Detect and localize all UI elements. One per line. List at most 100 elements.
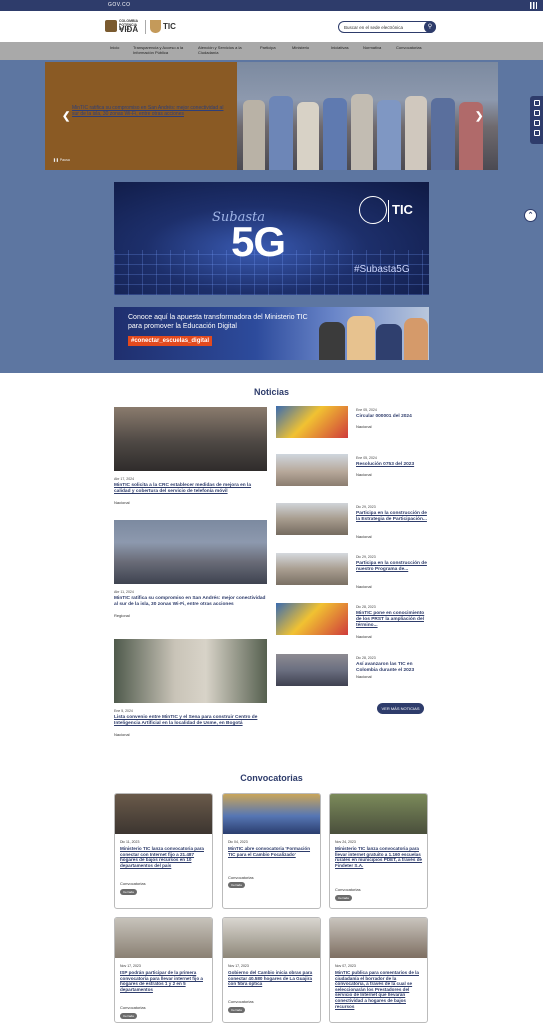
nav-item-convocatorias[interactable]: Convocatorias [396, 45, 422, 51]
search-input[interactable]: Buscar en el sede electrónica ⚲ [338, 21, 436, 33]
site-header: COLOMBIA POTENCIA DE LA VIDA TIC Buscar … [0, 11, 543, 42]
convocatoria-category: Convocatorias [228, 875, 254, 880]
see-all-news-button[interactable]: VER MÁS NOTICIAS [377, 703, 424, 714]
news-date: Dic 28, 2023 [356, 605, 376, 609]
news-image[interactable] [114, 407, 267, 471]
apps-grid-icon[interactable] [530, 2, 537, 9]
status-badge: Cerrada [120, 1013, 137, 1019]
nav-item-iniciativas[interactable]: Iniciativas [331, 45, 349, 51]
convocatoria-date: Dic 11, 2023 [120, 840, 140, 844]
status-badge: Cerrada [120, 889, 137, 895]
news-title-link[interactable]: Lista convenio entre MinTIC y el Sena pa… [114, 715, 267, 727]
convocatoria-title-link[interactable]: Ministerio TIC lanza convocatoria para c… [120, 846, 210, 868]
news-title-link[interactable]: Así avanzaron las TIC en Colombia durant… [356, 662, 428, 674]
convocatoria-title-link[interactable]: MinTIC abre convocatoria 'Formación TIC … [228, 846, 318, 857]
carousel-next-icon[interactable]: ❯ [475, 111, 483, 122]
news-date: Ene 05, 2024 [356, 408, 377, 412]
nav-item-normativa[interactable]: Normativa [363, 45, 381, 51]
gov-co-label[interactable]: GOV.CO [108, 2, 131, 8]
carousel-dots[interactable] [450, 160, 465, 170]
mintic-logo[interactable]: TIC [150, 20, 176, 34]
news-item[interactable]: Abr 17, 2024 MinTIC solicita a la CRC es… [114, 407, 267, 505]
convocatoria-card[interactable]: Nov 07, 2023 MinTIC publica para comenta… [329, 917, 428, 1023]
news-title-link[interactable]: Participa en la construcción de la Estra… [356, 511, 428, 523]
convocatoria-image[interactable] [330, 918, 427, 958]
news-category: Regional [114, 613, 130, 618]
search-icon[interactable]: ⚲ [424, 21, 436, 33]
news-image[interactable] [276, 454, 348, 486]
nav-item-participa[interactable]: Participa [260, 45, 276, 51]
news-item[interactable]: Dic 29, 2023 Participa en la construcció… [276, 553, 428, 593]
educacion-digital-banner[interactable]: Conoce aquí la apuesta transformadora de… [114, 307, 429, 360]
news-title-link[interactable]: Circular 000001 del 2024 [356, 414, 428, 420]
convocatoria-card[interactable]: Nov 17, 2023 Gobierno del Cambio inicia … [222, 917, 321, 1023]
news-image[interactable] [114, 639, 267, 703]
nav-item-ministerio[interactable]: Ministerio [292, 45, 309, 51]
news-item[interactable]: Abr 11, 2024 MinTIC ratifica su compromi… [114, 520, 267, 618]
convocatoria-title-link[interactable]: Gobierno del Cambio inicia obras para co… [228, 970, 318, 987]
convocatoria-title-link[interactable]: MinTIC publica para comentarios de la ci… [335, 970, 425, 1009]
nav-item-transparencia[interactable]: Transparencia y Acceso a la Información … [133, 45, 185, 55]
convocatoria-image[interactable] [223, 918, 320, 958]
convocatoria-category: Convocatorias [335, 887, 361, 892]
scroll-top-icon[interactable]: ⌃ [524, 209, 537, 222]
status-badge: Cerrada [335, 895, 352, 901]
news-item[interactable]: Dic 28, 2023 MinTIC pone en conocimiento… [276, 603, 426, 643]
news-item[interactable]: Ene 5, 2024 Lista convenio entre MinTIC … [114, 639, 267, 737]
convocatorias-title: Convocatorias [240, 773, 303, 783]
carousel-prev-icon[interactable]: ❮ [62, 111, 70, 122]
news-item[interactable]: Ene 05, 2024 Resolución 0753 del 2023 Na… [276, 454, 426, 494]
status-badge: Cerrada [228, 1007, 245, 1013]
news-image[interactable] [276, 406, 348, 438]
news-title-link[interactable]: MinTIC ratifica su compromiso en San And… [114, 596, 267, 608]
news-image[interactable] [114, 520, 267, 584]
carousel-caption-link[interactable]: MinTIC ratifica su compromiso en San And… [72, 105, 227, 117]
news-category: Nacional [356, 674, 372, 679]
news-item[interactable]: Dic 28, 2023 Así avanzaron las TIC en Co… [276, 654, 426, 694]
news-image[interactable] [276, 503, 348, 535]
news-title-link[interactable]: MinTIC solicita a la CRC establecer medi… [114, 483, 267, 495]
convocatoria-card[interactable]: Nov 17, 2023 ISP podrán participar de la… [114, 917, 213, 1023]
colombia-seal-icon [105, 20, 117, 32]
mintic-shield-icon [150, 20, 161, 33]
convocatoria-card[interactable]: Dic 04, 2023 MinTIC abre convocatoria 'F… [222, 793, 321, 909]
news-category: Nacional [356, 424, 372, 429]
nav-item-atencion[interactable]: Atención y Servicios a la Ciudadanía [198, 45, 242, 55]
colombia-emblem-icon [359, 196, 387, 224]
news-title-link[interactable]: Resolución 0753 del 2023 [356, 462, 428, 468]
news-image[interactable] [276, 553, 348, 585]
news-category: Nacional [114, 732, 130, 737]
convocatoria-image[interactable] [115, 794, 212, 834]
convocatoria-date: Nov 07, 2023 [335, 964, 356, 968]
subasta-5g-banner[interactable]: Subasta 5G TIC #Subasta5G [114, 182, 429, 295]
news-image[interactable] [276, 654, 348, 686]
news-title-link[interactable]: MinTIC pone en conocimiento de los PRST … [356, 611, 428, 628]
news-image[interactable] [276, 603, 348, 635]
news-item[interactable]: Dic 29, 2023 Participa en la construcció… [276, 503, 428, 543]
convocatoria-image[interactable] [115, 918, 212, 958]
font-decrease-icon[interactable] [534, 110, 540, 116]
relief-icon[interactable] [534, 130, 540, 136]
contrast-icon[interactable] [534, 100, 540, 106]
pause-icon[interactable]: ❚❚ Pausa [53, 158, 70, 162]
news-date: Ene 5, 2024 [114, 709, 133, 713]
news-title-link[interactable]: Participa en la construcción de nuestro … [356, 561, 428, 573]
convocatoria-card[interactable]: Nov 24, 2023 Ministerio TIC lanza convoc… [329, 793, 428, 909]
pause-label: Pausa [59, 158, 70, 162]
convocatoria-title-link[interactable]: ISP podrán participar de la primera conv… [120, 970, 210, 992]
news-date: Dic 29, 2023 [356, 505, 376, 509]
news-item[interactable]: Ene 05, 2024 Circular 000001 del 2024 Na… [276, 406, 426, 446]
banner-tic-text: TIC [392, 202, 413, 217]
convocatoria-image[interactable] [223, 794, 320, 834]
convocatoria-image[interactable] [330, 794, 427, 834]
convocatoria-title-link[interactable]: Ministerio TIC lanza convocatoria para l… [335, 846, 425, 868]
logo-divider [145, 20, 146, 34]
convocatoria-card[interactable]: Dic 11, 2023 Ministerio TIC lanza convoc… [114, 793, 213, 909]
colombia-logo[interactable]: COLOMBIA POTENCIA DE LA VIDA [105, 19, 141, 35]
font-increase-icon[interactable] [534, 120, 540, 126]
news-date: Abr 17, 2024 [114, 477, 135, 481]
nav-item-inicio[interactable]: Inicio [110, 45, 119, 51]
convocatoria-category: Convocatorias [120, 1005, 146, 1010]
news-category: Nacional [356, 534, 372, 539]
carousel-image [237, 62, 498, 170]
